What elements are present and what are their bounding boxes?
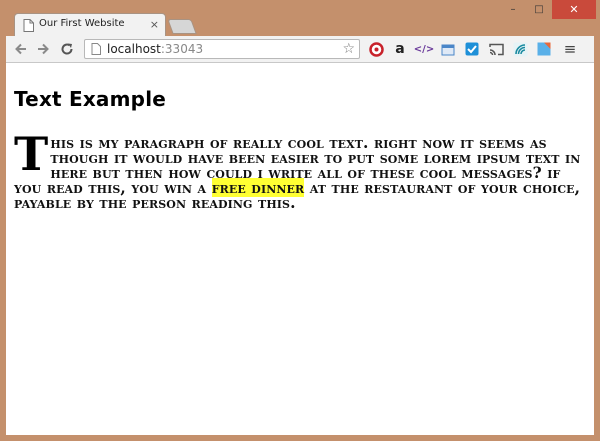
cool-text-paragraph: T HIS IS MY PARAGRAPH OF REALLY COOL TEXT… <box>14 127 588 210</box>
page-title: Text Example <box>14 87 167 111</box>
page-icon <box>23 19 34 32</box>
dropcap-letter: T <box>14 127 49 181</box>
back-button[interactable] <box>12 40 30 58</box>
url-host: localhost <box>107 42 161 56</box>
reload-button[interactable] <box>58 40 76 58</box>
url-port: :33043 <box>160 42 204 56</box>
page-icon <box>91 43 101 55</box>
browser-toolbar: localhost:33043 ☆ a </> ≡ <box>6 36 594 63</box>
forward-button[interactable] <box>34 40 52 58</box>
amazon-icon[interactable]: a <box>392 41 408 57</box>
lastpass-icon[interactable] <box>368 41 384 57</box>
bookmark-star-icon[interactable]: ☆ <box>342 41 355 57</box>
tab-title: Our First Website <box>39 18 125 29</box>
menu-icon[interactable]: ≡ <box>562 40 578 58</box>
close-window-button[interactable]: ✕ <box>552 0 596 19</box>
close-tab-icon[interactable]: × <box>150 18 159 31</box>
minimize-button[interactable]: – <box>500 0 526 19</box>
cast-icon[interactable] <box>488 41 504 57</box>
paint-icon[interactable] <box>536 41 552 57</box>
tab-strip: Our First Website × – □ ✕ <box>0 0 600 36</box>
new-tab-button[interactable] <box>167 19 197 34</box>
page-viewport: Text Example T HIS IS MY PARAGRAPH OF REA… <box>6 63 594 435</box>
window-controls: – □ ✕ <box>500 0 596 20</box>
screenshot-icon[interactable] <box>440 41 456 57</box>
back-arrow-icon <box>15 43 26 55</box>
maximize-button[interactable]: □ <box>526 0 552 19</box>
url-text: localhost:33043 <box>107 42 203 56</box>
wifi-icon[interactable] <box>512 41 528 57</box>
browser-window: Our First Website × – □ ✕ localhost:3304… <box>0 0 600 441</box>
code-icon[interactable]: </> <box>414 41 434 57</box>
forward-arrow-icon <box>38 43 49 55</box>
checkbox-icon[interactable] <box>464 41 480 57</box>
reload-icon <box>61 43 73 55</box>
address-bar[interactable]: localhost:33043 ☆ <box>84 39 360 59</box>
tab-our-first-website[interactable]: Our First Website × <box>14 13 166 36</box>
